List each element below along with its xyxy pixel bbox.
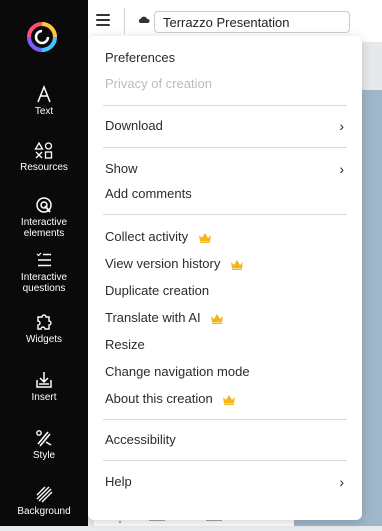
premium-crown-icon <box>198 233 211 243</box>
sidebar-item-label: Interactive questions <box>20 272 68 294</box>
sidebar-item-insert[interactable]: Insert <box>0 370 88 403</box>
menu-item-label: Show <box>105 161 138 176</box>
chevron-right-icon: › <box>339 161 344 177</box>
menu-item-view-version-history[interactable]: View version history <box>105 254 348 274</box>
menu-item-translate-with-ai[interactable]: Translate with AI <box>105 308 348 328</box>
style-icon <box>36 430 52 447</box>
menu-item-resize[interactable]: Resize <box>105 335 348 355</box>
menu-item-label: Accessibility <box>105 432 176 447</box>
chevron-right-icon: › <box>339 118 344 134</box>
sidebar-item-background[interactable]: Background <box>0 484 88 517</box>
menu-item-download[interactable]: Download › <box>105 116 348 136</box>
cloud-icon <box>138 16 150 23</box>
interactive-questions-icon <box>36 252 51 267</box>
menu-item-label: About this creation <box>105 391 213 406</box>
premium-crown-icon <box>223 395 236 405</box>
widgets-icon <box>37 314 52 330</box>
creation-title-input[interactable]: Terrazzo Presentation <box>154 11 350 33</box>
sidebar-item-interactive-questions[interactable]: Interactive questions <box>0 250 88 294</box>
chevron-right-icon: › <box>339 474 344 490</box>
sidebar-item-interactive-elements[interactable]: Interactive elements <box>0 195 88 239</box>
premium-crown-icon <box>231 260 243 270</box>
sidebar-item-label: Resources <box>20 162 68 173</box>
menu-divider <box>103 460 347 461</box>
app-logo-icon[interactable] <box>27 22 57 52</box>
interactive-elements-icon <box>36 197 52 213</box>
menu-item-label: View version history <box>105 256 221 271</box>
menu-item-duplicate-creation[interactable]: Duplicate creation <box>105 281 348 301</box>
menu-item-label: Translate with AI <box>105 310 201 325</box>
menu-item-label: Duplicate creation <box>105 283 210 298</box>
sidebar-item-label: Interactive elements <box>20 217 68 239</box>
menu-divider <box>103 105 347 106</box>
menu-item-show[interactable]: Show › <box>105 159 348 179</box>
insert-icon <box>36 372 52 388</box>
hamburger-menu-icon[interactable] <box>96 14 110 26</box>
left-toolbar: Text Resources Interactive elements Inte… <box>0 0 88 526</box>
main-dropdown-menu: Preferences Privacy of creation Download… <box>88 36 362 520</box>
sidebar-item-resources[interactable]: Resources <box>0 140 88 173</box>
menu-item-label: Collect activity <box>105 229 189 244</box>
menu-item-collect-activity[interactable]: Collect activity <box>105 227 348 247</box>
sidebar-item-label: Insert <box>31 392 57 403</box>
menu-item-add-comments[interactable]: Add comments <box>105 184 348 204</box>
menu-item-label: Preferences <box>105 50 176 65</box>
menu-item-label: Privacy of creation <box>105 76 212 91</box>
menu-divider <box>103 419 347 420</box>
sidebar-item-label: Style <box>32 450 56 461</box>
menu-item-privacy-of-creation: Privacy of creation <box>105 74 348 94</box>
menu-item-change-navigation-mode[interactable]: Change navigation mode <box>105 362 348 382</box>
menu-item-label: Download <box>105 118 163 133</box>
sidebar-item-style[interactable]: Style <box>0 428 88 461</box>
sidebar-item-label: Text <box>34 106 54 117</box>
sidebar-item-text[interactable]: Text <box>0 84 88 117</box>
menu-item-label: Help <box>105 474 132 489</box>
background-icon <box>36 486 53 503</box>
sidebar-item-widgets[interactable]: Widgets <box>0 312 88 345</box>
menu-item-label: Resize <box>105 337 145 352</box>
premium-crown-icon <box>211 314 224 324</box>
sidebar-item-label: Widgets <box>25 334 63 345</box>
menu-item-accessibility[interactable]: Accessibility <box>105 430 348 450</box>
menu-divider <box>103 214 347 215</box>
menu-item-label: Change navigation mode <box>105 364 250 379</box>
menu-item-preferences[interactable]: Preferences <box>105 48 348 68</box>
menu-divider <box>103 147 347 148</box>
toolbar-divider <box>124 8 125 34</box>
menu-item-help[interactable]: Help › <box>105 472 348 492</box>
menu-item-about-this-creation[interactable]: About this creation <box>105 389 348 409</box>
resources-icon <box>34 141 53 159</box>
text-icon <box>37 84 51 103</box>
menu-item-label: Add comments <box>105 186 192 201</box>
sidebar-item-label: Background <box>17 506 71 517</box>
